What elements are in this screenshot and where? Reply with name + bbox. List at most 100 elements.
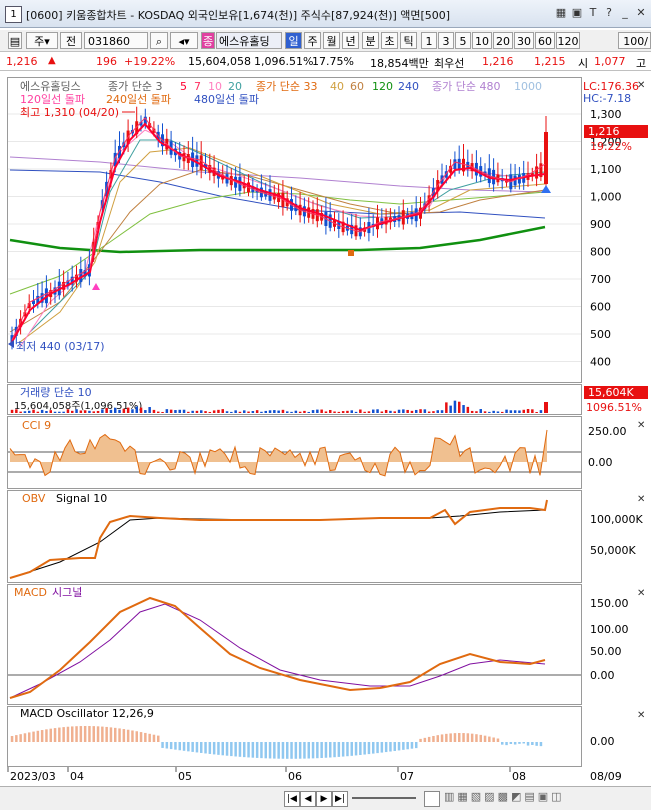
volume-bar xyxy=(290,411,293,413)
high-label: 고 xyxy=(636,57,647,70)
volume-bar xyxy=(40,409,44,413)
panel-close-icon[interactable]: ✕ xyxy=(637,494,645,505)
type-select[interactable]: 전 xyxy=(60,32,82,49)
interval-120[interactable]: 120 xyxy=(556,32,580,49)
volume-bar xyxy=(66,409,70,413)
osc-bar xyxy=(303,742,306,759)
tab-tick[interactable]: 틱 xyxy=(400,32,417,49)
interval-10[interactable]: 10 xyxy=(472,32,492,49)
osc-bar xyxy=(45,729,48,742)
volume-bar xyxy=(92,411,95,413)
panel-close-icon[interactable]: ✕ xyxy=(637,80,645,91)
price-ytick: 1,100 xyxy=(590,163,622,176)
interval-5[interactable]: 5 xyxy=(455,32,471,49)
toolbar-icons[interactable]: ▥▦▧▨▩◩▤▣◫ xyxy=(444,790,565,803)
osc-bar xyxy=(337,742,341,757)
xaxis-right-label: 08/09 xyxy=(590,770,622,783)
macd-ytick-50: 50.00 xyxy=(590,645,622,658)
volume-bar xyxy=(440,410,444,413)
osc-bar xyxy=(234,742,237,757)
volume-bar xyxy=(402,409,405,413)
osc-bar xyxy=(200,742,203,753)
interval-20[interactable]: 20 xyxy=(493,32,513,49)
next-icon[interactable]: ▶ xyxy=(316,791,332,807)
osc-bar xyxy=(118,728,121,742)
osc-bar xyxy=(208,742,212,754)
volume-bar xyxy=(191,410,194,413)
interval-1[interactable]: 1 xyxy=(421,32,437,49)
tab-month[interactable]: 월 xyxy=(323,32,340,49)
screen-icon[interactable]: ▣ xyxy=(570,6,584,20)
osc-bar xyxy=(479,734,482,742)
volume-bar xyxy=(535,411,538,413)
speaker-icon[interactable]: ◂▾ xyxy=(170,32,198,49)
osc-bar xyxy=(53,728,57,742)
toolbar-menu-icon[interactable]: ▤ xyxy=(8,32,22,49)
osc-bar xyxy=(109,727,113,742)
last-page-icon[interactable]: ▶| xyxy=(332,791,348,807)
volume-bar xyxy=(58,411,61,413)
macd-legend: MACD xyxy=(14,586,47,599)
period-select[interactable]: 주▾ xyxy=(26,32,58,49)
search-icon[interactable]: ⌕ xyxy=(150,32,168,49)
obv-ytick-50000k: 50,000K xyxy=(590,544,636,557)
osc-bar xyxy=(79,726,83,742)
legend-ma-20: 20 xyxy=(228,80,242,93)
volume-bar xyxy=(496,411,500,413)
tab-year[interactable]: 년 xyxy=(342,32,359,49)
volume-bar xyxy=(488,411,491,413)
osc-bar xyxy=(36,730,40,742)
volume-bar xyxy=(238,411,242,413)
price-ytick: 1,000 xyxy=(590,191,622,204)
legend-ma-short: 종가 단순 3 xyxy=(108,80,162,93)
volume-bar xyxy=(71,410,74,413)
interval-3[interactable]: 3 xyxy=(438,32,454,49)
close-icon[interactable]: ✕ xyxy=(634,6,648,20)
volume-bar xyxy=(165,409,169,413)
help-icon[interactable]: T xyxy=(586,6,600,20)
xaxis-label: 08 xyxy=(512,770,526,783)
prev-icon[interactable]: ◀ xyxy=(300,791,316,807)
panel-close-icon[interactable]: ✕ xyxy=(637,420,645,431)
chart-area[interactable]: 에스유홀딩스 종가 단순 3 5 7 10 20 종가 단순 33 40 60 … xyxy=(0,72,651,786)
osc-bar xyxy=(19,734,22,742)
legend-ma-5: 5 xyxy=(180,80,187,93)
preferred-label: 최우선 xyxy=(434,57,465,70)
volume-bar xyxy=(281,409,285,413)
help-question-icon[interactable]: ? xyxy=(602,6,616,20)
tab-week[interactable]: 주 xyxy=(304,32,321,49)
volume-bar xyxy=(96,410,100,413)
zoom-slider[interactable] xyxy=(352,797,416,799)
volume-bar xyxy=(182,409,186,413)
panel-close-icon[interactable]: ✕ xyxy=(637,710,645,721)
count-input[interactable]: 100/ xyxy=(618,32,651,49)
zoom-icon[interactable] xyxy=(424,791,440,807)
macd-ytick-0: 0.00 xyxy=(590,669,615,682)
candle-body xyxy=(79,268,83,283)
osc-bar xyxy=(238,742,242,757)
osc-ytick-0: 0.00 xyxy=(590,735,615,748)
tab-second[interactable]: 초 xyxy=(381,32,398,49)
panel-close-icon[interactable]: ✕ xyxy=(637,588,645,599)
osc-bar xyxy=(191,742,194,752)
osc-bar xyxy=(496,738,500,742)
osc-bar xyxy=(187,742,190,752)
volume-bar xyxy=(380,411,384,413)
osc-bar xyxy=(410,742,414,749)
price-ytick: 1,300 xyxy=(590,108,622,121)
chart-toolbar: ▤ 주▾ 전 031860 ⌕ ◂▾ 종 에스유홀딩 일 주 월 년 분 초 틱… xyxy=(0,30,651,52)
volume-bar xyxy=(260,411,263,413)
tab-minute[interactable]: 분 xyxy=(362,32,379,49)
osc-bar xyxy=(195,742,199,753)
grid-icon[interactable]: ▦ xyxy=(554,6,568,20)
stock-badge-icon: 종 xyxy=(201,32,215,49)
volume-bar xyxy=(341,411,345,413)
interval-60[interactable]: 60 xyxy=(535,32,555,49)
first-page-icon[interactable]: |◀ xyxy=(284,791,300,807)
volume-bar xyxy=(152,409,156,413)
tab-day[interactable]: 일 xyxy=(285,32,302,49)
minimize-icon[interactable]: _ xyxy=(618,6,632,20)
interval-30[interactable]: 30 xyxy=(514,32,534,49)
osc-bar xyxy=(62,727,65,742)
stock-code-input[interactable]: 031860 xyxy=(84,32,148,49)
